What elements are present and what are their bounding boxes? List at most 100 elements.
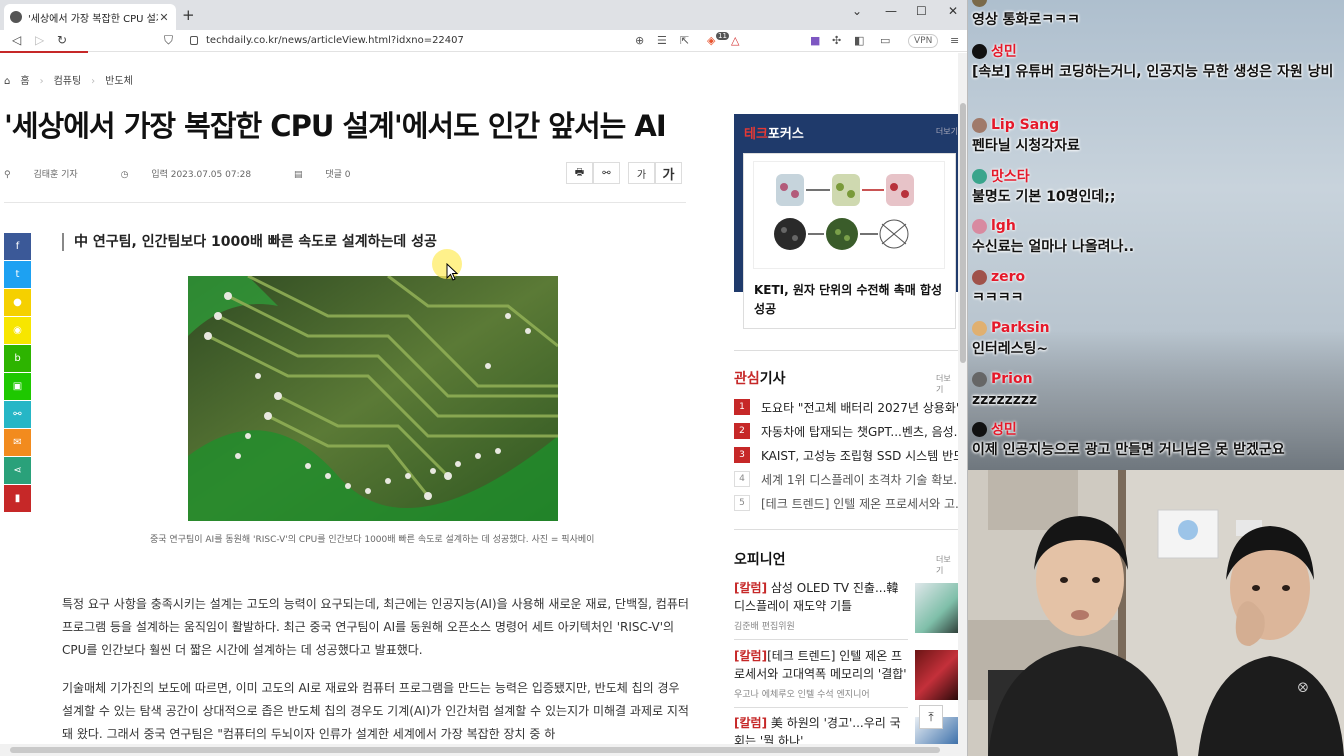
interest-item[interactable]: 1 도요타 "전고체 배터리 2027년 상용화" xyxy=(734,395,958,419)
user-avatar xyxy=(972,43,987,59)
tech-focus-more-link[interactable]: 더보기 xyxy=(936,126,958,137)
article-page: ⌂ 홈 › 컴퓨팅 › 반도체 '세상에서 가장 복잡한 CPU 설계'에서도 인간 앞서… xyxy=(0,53,958,756)
opinion-item[interactable]: [칼럼][테크 트렌드] 인텔 제온 프로세서와 고대역폭 메모리의 '결합' … xyxy=(734,647,908,700)
horizontal-scrollbar[interactable] xyxy=(0,744,958,756)
vertical-scrollbar[interactable] xyxy=(958,53,967,756)
chat-username-text: lgh xyxy=(991,218,1016,234)
interest-item[interactable]: 2 자동차에 탑재되는 챗GPT...벤츠, 음성... xyxy=(734,419,958,443)
interest-more-link[interactable]: 더보기 xyxy=(936,373,958,395)
user-avatar xyxy=(972,0,987,7)
print-icon[interactable]: 🖶 xyxy=(566,162,593,184)
user-avatar xyxy=(972,421,987,437)
chat-username: Lip Sang xyxy=(972,114,1340,136)
article-paragraph-1: 특정 요구 사항을 충족시키는 설계는 고도의 능력이 요구되는데, 최근에는 … xyxy=(62,597,689,657)
chat-username xyxy=(972,0,1340,10)
tab-title: '세상에서 가장 복잡한 CPU 설계 xyxy=(28,13,158,25)
chat-message: 성민 [속보] 유튜버 코딩하는거니, 인공지능 무한 생성은 자원 낭비 xyxy=(972,40,1340,83)
extension-m-icon[interactable]: ■ xyxy=(810,34,820,47)
user-avatar xyxy=(972,371,987,387)
browser-tab[interactable]: '세상에서 가장 복잡한 CPU 설계 ✕ xyxy=(4,4,176,30)
opinion-author: 김준배 편집위원 xyxy=(734,622,795,632)
svg-text:⨂: ⨂ xyxy=(1298,682,1308,693)
published-date-text: 입력 2023.07.05 07:28 xyxy=(151,170,252,180)
reload-icon[interactable]: ↻ xyxy=(57,33,67,47)
forward-icon[interactable]: ▷ xyxy=(35,33,44,47)
share-icon[interactable]: ⋖ xyxy=(4,457,31,484)
chat-text: 펜타닐 시청각자료 xyxy=(972,138,1080,154)
vertical-scroll-thumb[interactable] xyxy=(960,103,966,363)
menu-icon[interactable]: ≡ xyxy=(950,34,959,47)
opinion-more-link[interactable]: 더보기 xyxy=(936,554,958,576)
chat-text: zzzzzzzz xyxy=(972,392,1038,408)
kakaotalk-icon[interactable]: ◉ xyxy=(4,317,31,344)
sidebar-toggle-icon[interactable]: ◧ xyxy=(854,34,864,47)
opinion-thumbnail[interactable] xyxy=(915,583,958,633)
chat-message: Prion zzzzzzzz xyxy=(972,368,1340,411)
breadcrumb-home[interactable]: 홈 xyxy=(20,76,29,87)
interest-item[interactable]: 5 [테크 트렌드] 인텔 제온 프로세서와 고... xyxy=(734,491,958,515)
chat-username-text: Parksin xyxy=(991,320,1050,336)
tech-focus-article-title[interactable]: KETI, 원자 단위의 수전해 촉매 합성 성공 xyxy=(754,281,950,319)
chat-username: Parksin xyxy=(972,317,1340,339)
twitter-icon[interactable]: t xyxy=(4,261,31,288)
breadcrumb: ⌂ 홈 › 컴퓨팅 › 반도체 xyxy=(4,72,143,87)
catalyst-diagram xyxy=(774,174,914,250)
tab-list-chevron-down-icon[interactable]: ⌄ xyxy=(852,4,862,18)
font-large-button[interactable]: 가 xyxy=(655,162,682,184)
opinion-thumbnail[interactable] xyxy=(915,650,958,700)
rank-number: 4 xyxy=(734,471,750,487)
address-bar[interactable]: techdaily.co.kr/news/articleView.html?id… xyxy=(186,33,706,49)
author-name: 김태훈 기자 xyxy=(33,170,78,180)
home-icon[interactable]: ⌂ xyxy=(4,76,10,87)
zoom-icon[interactable]: ⊕ xyxy=(635,34,644,47)
tech-focus-card[interactable]: KETI, 원자 단위의 수전해 촉매 합성 성공 xyxy=(743,153,956,329)
scroll-to-top-icon[interactable]: ⤒ xyxy=(919,705,943,729)
bookmark-icon[interactable]: ⛉ xyxy=(164,33,173,48)
chat-username: 성민 xyxy=(972,418,1340,440)
kakaostory-icon[interactable]: ● xyxy=(4,289,31,316)
opinion-top-line xyxy=(734,529,958,530)
rewards-triangle-icon[interactable]: △ xyxy=(731,34,739,47)
new-tab-icon[interactable]: + xyxy=(182,6,195,24)
reader-mode-icon[interactable]: ☰ xyxy=(657,34,667,47)
chat-message: zero ㅋㅋㅋㅋ xyxy=(972,266,1340,309)
interest-top-line xyxy=(734,350,958,351)
copy-link-icon[interactable]: ⚯ xyxy=(4,401,31,428)
facebook-icon[interactable]: f xyxy=(4,233,31,260)
share-page-icon[interactable]: ⇱ xyxy=(680,34,689,47)
comment-count[interactable]: ▤ 댓글 0 xyxy=(294,170,371,180)
link-icon[interactable]: ⚯ xyxy=(593,162,620,184)
naver-blog-icon[interactable]: ▣ xyxy=(4,373,31,400)
breadcrumb-semiconductor[interactable]: 반도체 xyxy=(105,76,133,87)
chat-username: lgh xyxy=(972,215,1340,237)
wallet-icon[interactable]: ▭ xyxy=(880,34,890,47)
chat-text: ㅋㅋㅋㅋ xyxy=(972,290,1024,306)
band-icon[interactable]: b xyxy=(4,345,31,372)
maximize-icon[interactable]: ☐ xyxy=(916,4,927,18)
chat-username: 맛스타 xyxy=(972,165,1340,187)
browser-window: '세상에서 가장 복잡한 CPU 설계 ✕ + ⌄ — ☐ ✕ ◁ ▷ ↻ ⛉ … xyxy=(0,0,968,756)
close-window-icon[interactable]: ✕ xyxy=(948,4,958,18)
mouse-pointer-icon xyxy=(446,263,458,281)
chat-message: Lip Sang 펜타닐 시청각자료 xyxy=(972,114,1340,157)
tech-focus-box: 테크포커스 더보기 KETI, 원자 단위의 수전해 촉매 합성 성공 xyxy=(734,114,958,330)
breadcrumb-computing[interactable]: 컴퓨팅 xyxy=(54,76,82,87)
chat-text: 불명도 기본 10명인데;; xyxy=(972,189,1116,205)
interest-item[interactable]: 3 KAIST, 고성능 조립형 SSD 시스템 반도... xyxy=(734,443,958,467)
close-tab-icon[interactable]: ✕ xyxy=(158,11,170,24)
opinion-item[interactable]: [칼럼] 삼성 OLED TV 진출...韓 디스플레이 재도약 기틀 김준배 … xyxy=(734,579,908,632)
shield-count-badge: 11 xyxy=(716,32,729,40)
brave-shield-icon[interactable]: ◈ xyxy=(707,34,715,47)
back-icon[interactable]: ◁ xyxy=(12,33,21,47)
share-bar: f t ● ◉ b ▣ ⚯ ✉ ⋖ ▮ xyxy=(4,233,31,513)
font-small-button[interactable]: 가 xyxy=(628,162,655,184)
minimize-icon[interactable]: — xyxy=(885,4,897,18)
article-meta: ⚲ 김태훈 기자 ◷ 입력 2023.07.05 07:28 ▤ 댓글 0 xyxy=(4,167,390,180)
email-icon[interactable]: ✉ xyxy=(4,429,31,456)
chat-username: 성민 xyxy=(972,40,1340,62)
bookmark-article-icon[interactable]: ▮ xyxy=(4,485,31,512)
interest-item[interactable]: 4 세계 1위 디스플레이 초격차 기술 확보... xyxy=(734,467,958,491)
horizontal-scroll-thumb[interactable] xyxy=(10,747,940,753)
extensions-puzzle-icon[interactable]: ✣ xyxy=(832,34,841,47)
vpn-button[interactable]: VPN xyxy=(908,34,939,48)
